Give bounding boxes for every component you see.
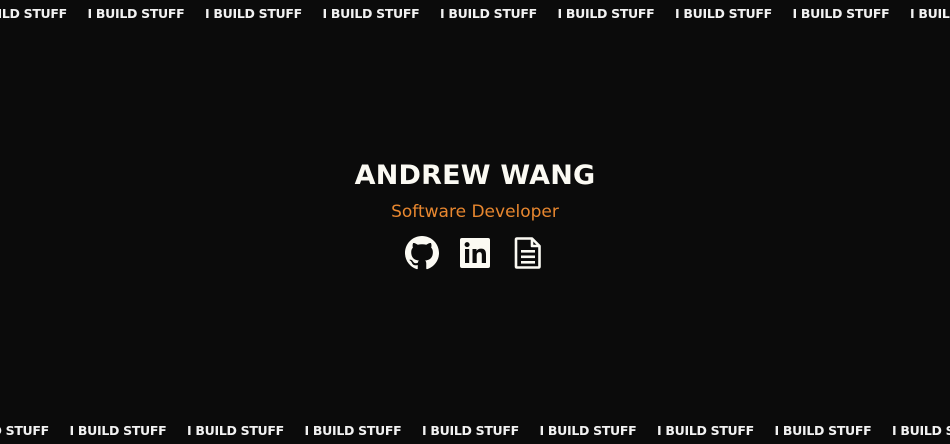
- github-icon: [405, 236, 439, 270]
- marquee-text: I BUILD STUFF: [910, 6, 950, 21]
- marquee-text: I BUILD STUFF: [69, 423, 167, 438]
- job-title: Software Developer: [391, 202, 559, 222]
- marquee-text: I BUILD STUFF: [557, 6, 655, 21]
- social-links: [0, 236, 950, 270]
- github-link[interactable]: [405, 236, 439, 270]
- marquee-text: I BUILD STUFF: [675, 6, 772, 21]
- marquee-text: I BUILD STUFF: [657, 423, 754, 438]
- resume-link[interactable]: [511, 236, 545, 270]
- marquee-text: I BUILD STUFF: [422, 423, 519, 438]
- marquee-text: I BUILD STUFF: [304, 423, 402, 438]
- marquee-text: I BUILD STUFF: [0, 423, 49, 438]
- marquee-text: I BUILD STUFF: [187, 423, 284, 438]
- marquee-track: I BUILD STUFF I BUILD STUFF I BUILD STUFF I…: [0, 423, 950, 439]
- marquee-text: I BUILD STUFF: [322, 6, 420, 21]
- marquee-banner-top: I BUILD STUFF I BUILD STUFF I BUILD STUFF I…: [0, 0, 950, 28]
- marquee-banner-bottom: I BUILD STUFF I BUILD STUFF I BUILD STUFF I…: [0, 417, 950, 444]
- resume-icon: [514, 237, 541, 269]
- linkedin-link[interactable]: [458, 236, 492, 270]
- marquee-text: I BUILD STUFF: [792, 6, 890, 21]
- marquee-text: I BUILD STUFF: [0, 6, 67, 21]
- marquee-text: I BUILD STUFF: [205, 6, 302, 21]
- marquee-text: I BUILD STUFF: [892, 423, 950, 438]
- marquee-track: I BUILD STUFF I BUILD STUFF I BUILD STUFF I…: [0, 6, 950, 22]
- marquee-text: I BUILD STUFF: [440, 6, 537, 21]
- linkedin-icon: [460, 238, 490, 268]
- hero-section: ANDREW WANG Software Developer: [0, 158, 950, 270]
- page-title: ANDREW WANG: [354, 160, 596, 191]
- marquee-text: I BUILD STUFF: [87, 6, 185, 21]
- marquee-text: I BUILD STUFF: [539, 423, 637, 438]
- marquee-text: I BUILD STUFF: [774, 423, 872, 438]
